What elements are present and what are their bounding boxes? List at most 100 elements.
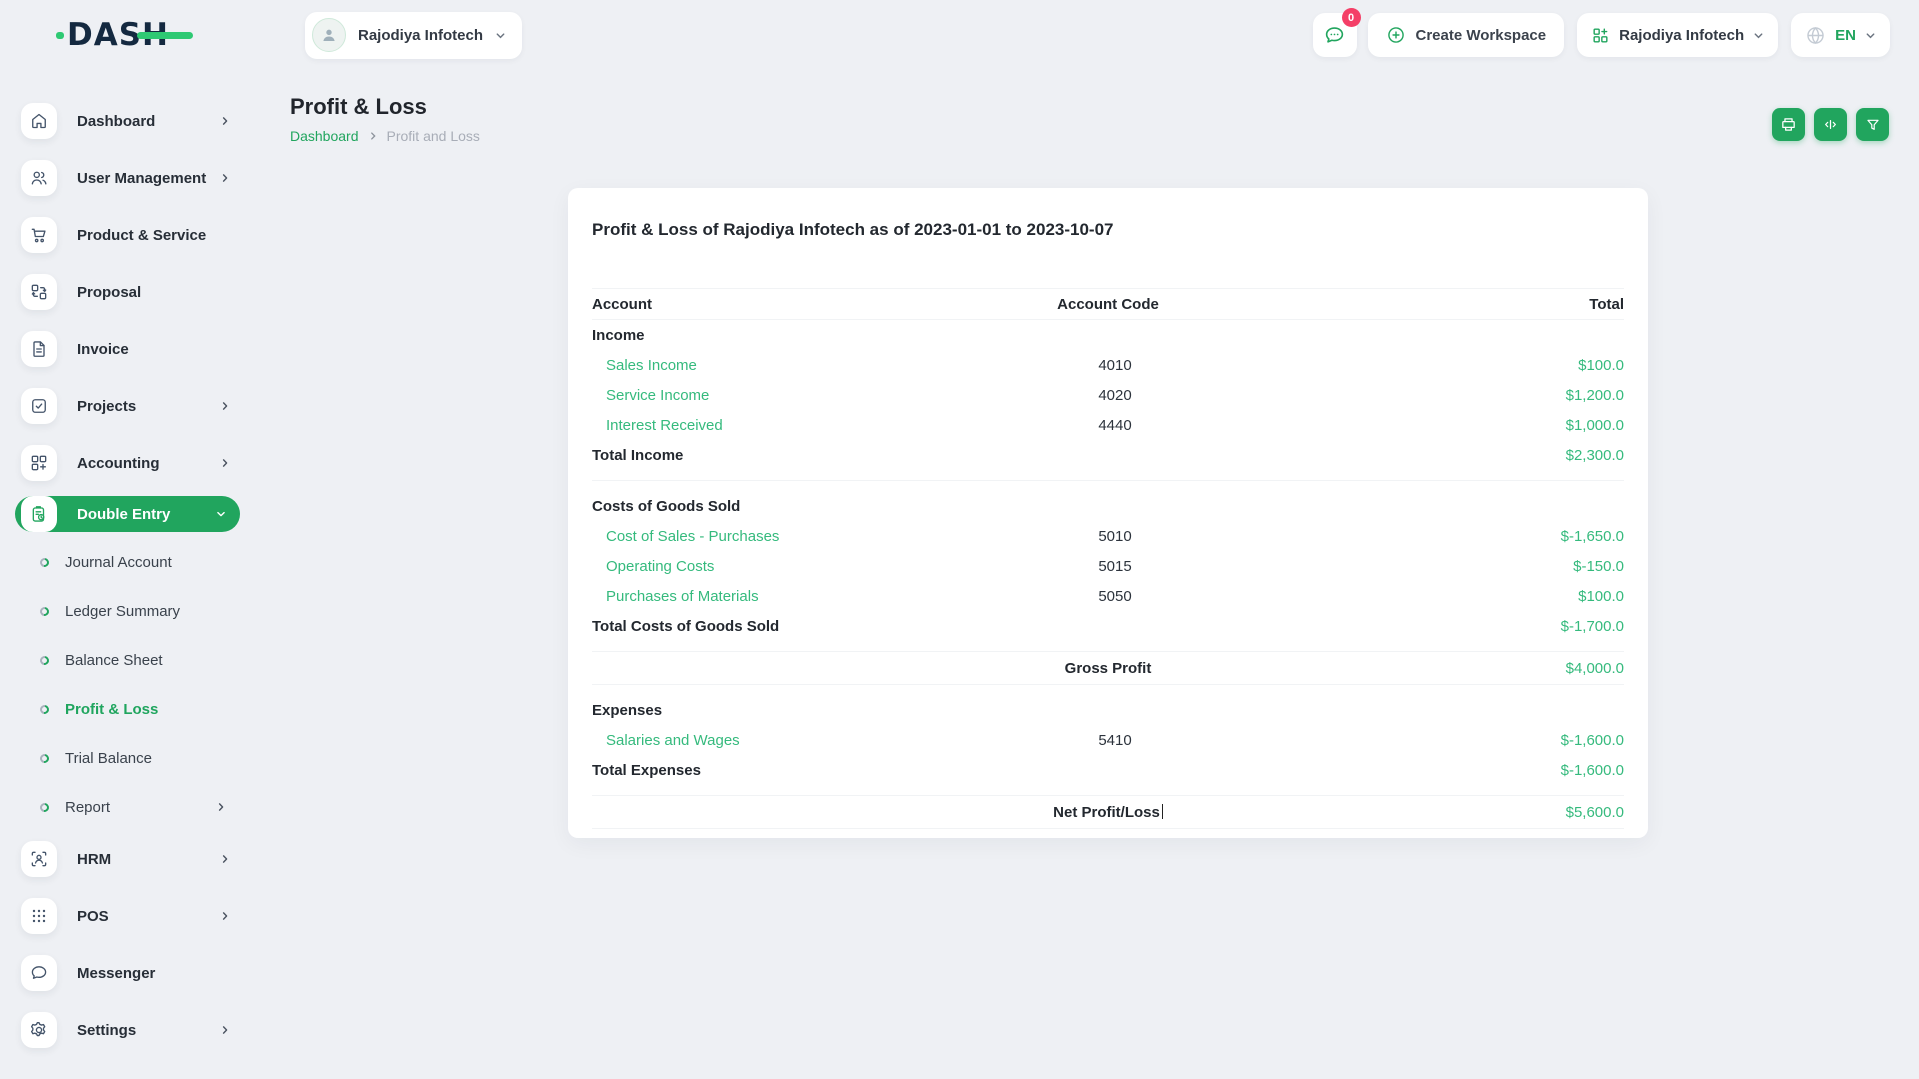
printer-icon [1782, 118, 1795, 131]
workspace-grid-icon [1593, 27, 1608, 43]
item-row: Sales Income 4010 $100.0 [592, 350, 1624, 380]
sidebar-subitem-trial-balance[interactable]: Trial Balance [38, 743, 226, 773]
export-button[interactable] [1814, 108, 1847, 141]
chevron-right-icon [216, 509, 226, 519]
item-row: Purchases of Materials 5050 $100.0 [592, 581, 1624, 611]
sidebar-item-messenger[interactable]: Messenger [21, 955, 230, 991]
column-account: Account [592, 295, 652, 313]
sidebar-subitem-ledger-summary[interactable]: Ledger Summary [38, 596, 226, 626]
summary-label: Net Profit/Loss [998, 803, 1218, 821]
sidebar-item-settings[interactable]: Settings [21, 1012, 230, 1048]
chevron-right-icon [220, 854, 230, 864]
language-code: EN [1835, 26, 1856, 44]
sidebar: Dashboard User Management Product & Servic… [0, 70, 262, 1079]
account-link[interactable]: Sales Income [592, 357, 1005, 374]
filter-button[interactable] [1856, 108, 1889, 141]
logo-green-dot [56, 32, 64, 39]
messages-button[interactable]: 0 [1312, 8, 1361, 57]
item-row: Cost of Sales - Purchases 5010 $-1,650.0 [592, 521, 1624, 551]
sidebar-subitem-label: Journal Account [65, 553, 172, 571]
account-name: Rajodiya Infotech [1619, 26, 1745, 44]
clipboard-clock-icon [21, 496, 57, 532]
sidebar-item-pos[interactable]: POS [21, 898, 230, 934]
account-code: 4440 [1098, 416, 1132, 434]
total-row: Total Expenses $-1,600.0 [592, 755, 1624, 785]
account-total: $-1,600.0 [1560, 761, 1624, 779]
create-workspace-button[interactable]: Create Workspace [1367, 13, 1565, 57]
account-total: $100.0 [1578, 356, 1624, 374]
account-link[interactable]: Operating Costs [592, 558, 1005, 575]
funnel-icon [1866, 119, 1879, 130]
sidebar-item-label: Dashboard [77, 112, 156, 130]
account-link[interactable]: Interest Received [592, 417, 1005, 434]
sidebar-item-dashboard[interactable]: Dashboard [21, 103, 230, 139]
sidebar-subitem-report[interactable]: Report [38, 792, 226, 822]
chat-bubble-icon [1325, 26, 1344, 43]
account-selector[interactable]: Rajodiya Infotech [1577, 13, 1779, 57]
gear-icon [21, 1012, 57, 1048]
account-total: $5,600.0 [1565, 803, 1624, 821]
sidebar-item-product-and-service[interactable]: Product & Service [21, 217, 230, 253]
sidebar-item-hrm[interactable]: HRM [21, 841, 230, 877]
summary-row: Net Profit/Loss $5,600.0 [592, 795, 1624, 829]
breadcrumb: Dashboard Profit and Loss [290, 128, 480, 144]
swap-boxes-icon [21, 274, 57, 310]
code-arrows-icon [1825, 119, 1836, 130]
sidebar-item-label: Proposal [77, 283, 142, 301]
account-link[interactable]: Purchases of Materials [592, 588, 1005, 605]
sidebar-item-label: Projects [77, 397, 137, 415]
account-total: $-1,650.0 [1560, 527, 1624, 545]
cart-icon [21, 217, 57, 253]
sidebar-item-label: User Management [77, 169, 207, 187]
sidebar-item-proposal[interactable]: Proposal [21, 274, 230, 310]
sidebar-item-invoice[interactable]: Invoice [21, 331, 230, 367]
account-code: 5010 [1098, 527, 1132, 545]
account-label: Total Income [592, 446, 684, 464]
account-label: Expenses [592, 701, 663, 719]
breadcrumb-dashboard-link[interactable]: Dashboard [290, 128, 359, 144]
chevron-right-icon [220, 116, 230, 126]
account-total: $4,000.0 [1565, 659, 1624, 677]
page-actions [1772, 108, 1889, 141]
sidebar-nav: Dashboard User Management Product & Servic… [15, 103, 262, 1048]
chevron-down-icon [496, 32, 505, 38]
account-label: Total Expenses [592, 761, 701, 779]
grid-plus-icon [21, 445, 57, 481]
chevron-right-icon [368, 131, 378, 141]
sidebar-subitem-profit-and-loss[interactable]: Profit & Loss [38, 694, 226, 724]
table-body: Income Sales Income 4010 $100.0 Service Inco… [592, 320, 1624, 829]
account-total: $-1,600.0 [1560, 731, 1624, 749]
topbar: DASH Rajodiya Infotech 0 Create Workspac… [0, 0, 1919, 70]
account-total: $-150.0 [1573, 557, 1624, 575]
sidebar-item-projects[interactable]: Projects [21, 388, 230, 424]
account-code: 5015 [1098, 557, 1132, 575]
item-row: Interest Received 4440 $1,000.0 [592, 410, 1624, 440]
person-scan-icon [21, 841, 57, 877]
chat-icon [21, 955, 57, 991]
invoice-icon [21, 331, 57, 367]
sidebar-item-label: Product & Service [77, 226, 207, 244]
sidebar-item-label: HRM [77, 850, 112, 868]
sidebar-subitem-journal-account[interactable]: Journal Account [38, 547, 226, 577]
account-link[interactable]: Service Income [592, 387, 1005, 404]
app-logo[interactable]: DASH [56, 15, 197, 55]
sidebar-subitem-label: Ledger Summary [65, 602, 181, 620]
language-selector[interactable]: EN [1791, 13, 1890, 57]
account-label: Costs of Goods Sold [592, 497, 741, 515]
workspace-selector[interactable]: Rajodiya Infotech [305, 11, 523, 59]
report-table: Account Account Code Total Income Sales I… [592, 288, 1624, 829]
chevron-right-icon [220, 1025, 230, 1035]
column-account-code: Account Code [1057, 295, 1159, 313]
sidebar-item-accounting[interactable]: Accounting [21, 445, 230, 481]
sidebar-subitem-balance-sheet[interactable]: Balance Sheet [38, 645, 226, 675]
print-button[interactable] [1772, 108, 1805, 141]
workspace-name: Rajodiya Infotech [358, 26, 484, 44]
account-link[interactable]: Salaries and Wages [592, 732, 1005, 749]
sidebar-item-user-management[interactable]: User Management [21, 160, 230, 196]
sidebar-item-double-entry[interactable]: Double Entry [15, 496, 240, 532]
messages-badge: 0 [1341, 8, 1361, 27]
item-row: Operating Costs 5015 $-150.0 [592, 551, 1624, 581]
item-row: Salaries and Wages 5410 $-1,600.0 [592, 725, 1624, 755]
account-link[interactable]: Cost of Sales - Purchases [592, 528, 1005, 545]
home-icon [21, 103, 57, 139]
